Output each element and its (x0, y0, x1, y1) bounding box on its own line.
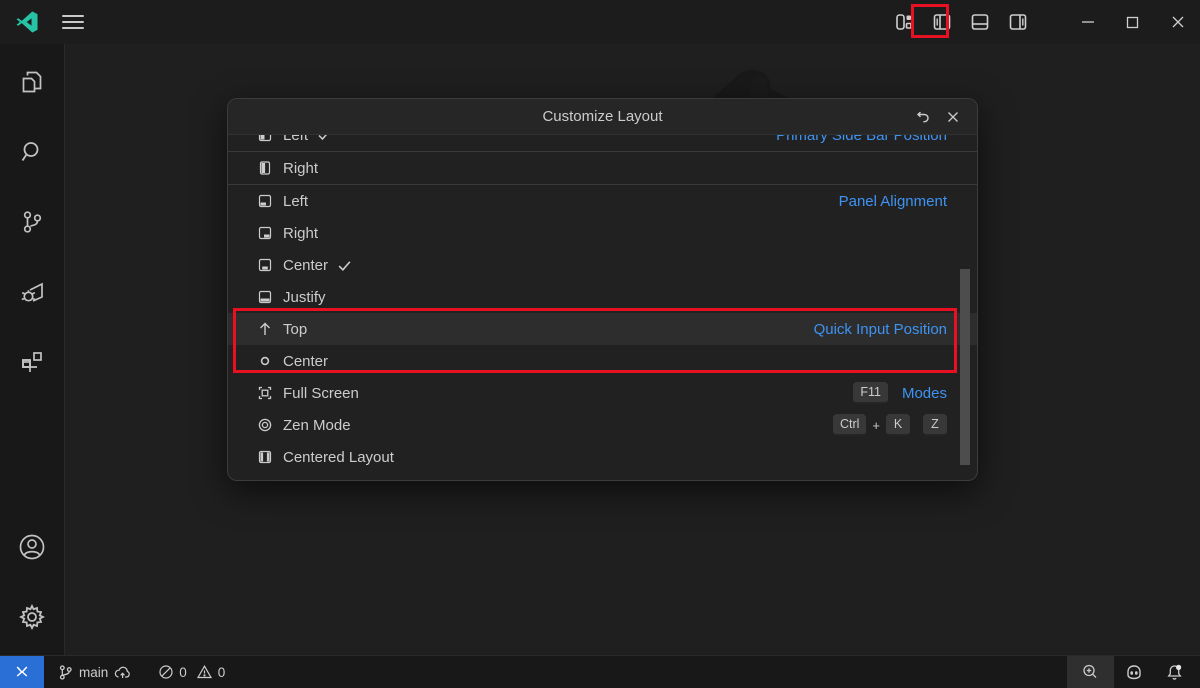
group-label-modes: Modes (902, 385, 947, 402)
centered-layout-icon (256, 449, 273, 466)
panel-align-justify-icon (256, 289, 273, 306)
source-control-icon[interactable] (8, 198, 56, 246)
row-quick-input-center[interactable]: Center (228, 345, 977, 377)
row-panel-justify[interactable]: Justify (228, 281, 977, 313)
row-label: Full Screen (283, 385, 359, 402)
publish-cloud-icon (113, 664, 132, 681)
row-label: Zen Mode (283, 417, 351, 434)
row-label: Left (283, 193, 308, 210)
row-panel-right[interactable]: Right (228, 217, 977, 249)
row-sidebar-right[interactable]: Right (228, 152, 977, 184)
branch-status[interactable]: main (50, 656, 139, 688)
row-label: Centered Layout (283, 449, 394, 466)
full-screen-icon (256, 385, 273, 402)
row-label: Center (283, 257, 328, 274)
titlebar (0, 0, 1200, 44)
dialog-title: Customize Layout (228, 108, 977, 125)
search-icon[interactable] (8, 128, 56, 176)
row-label: Justify (283, 289, 326, 306)
remote-indicator[interactable] (0, 656, 44, 688)
row-panel-center[interactable]: Center (228, 249, 977, 281)
panel-align-center-icon (256, 257, 273, 274)
toggle-panel-icon[interactable] (961, 6, 999, 39)
maximize-button[interactable] (1110, 0, 1155, 44)
keybinding-ctrl: Ctrl (833, 414, 866, 436)
check-icon (337, 258, 352, 273)
row-label: Left (283, 135, 308, 144)
zoom-in-status-icon[interactable] (1067, 656, 1113, 688)
settings-gear-icon[interactable] (8, 593, 56, 641)
key-plus: + (872, 418, 880, 433)
errors-count: 0 (179, 665, 187, 680)
row-label: Center (283, 353, 328, 370)
group-label-quick-input-position: Quick Input Position (814, 321, 947, 338)
row-full-screen[interactable]: Full Screen F11 Modes (228, 377, 977, 409)
problems-status[interactable]: 0 0 (151, 656, 232, 688)
close-button[interactable] (1155, 0, 1200, 44)
activity-bar (0, 44, 65, 655)
sidebar-left-icon (256, 135, 273, 144)
row-label: Top (283, 321, 307, 338)
row-sidebar-left-clipped[interactable]: Left Primary Side Bar Position (228, 135, 977, 151)
explorer-icon[interactable] (8, 58, 56, 106)
extensions-icon[interactable] (8, 338, 56, 386)
keybinding-k: K (886, 414, 910, 436)
zen-mode-target-icon (256, 417, 273, 434)
run-and-debug-icon[interactable] (8, 268, 56, 316)
row-label: Right (283, 225, 318, 242)
notifications-bell-icon[interactable] (1154, 656, 1194, 688)
row-panel-left[interactable]: Left Panel Alignment (228, 185, 977, 217)
titlebar-right (885, 0, 1200, 44)
group-label-primary-sidebar: Primary Side Bar Position (776, 135, 947, 144)
customize-layout-dialog: Customize Layout (227, 98, 978, 481)
vscode-window: Customize Layout (0, 0, 1200, 688)
row-quick-input-top[interactable]: Top Quick Input Position (228, 313, 977, 345)
dialog-scrollbar[interactable] (960, 269, 970, 465)
dialog-header[interactable]: Customize Layout (228, 99, 977, 135)
branch-name: main (79, 665, 108, 680)
check-icon (317, 135, 331, 142)
small-circle-icon (256, 353, 273, 370)
menu-hamburger-icon[interactable] (62, 9, 88, 35)
row-centered-layout[interactable]: Centered Layout (228, 441, 977, 473)
minimize-button[interactable] (1065, 0, 1110, 44)
sidebar-right-icon (256, 160, 273, 177)
errors-icon (158, 664, 174, 680)
keybinding-z: Z (923, 414, 947, 436)
reset-layout-icon[interactable] (911, 105, 935, 129)
dialog-list: Left Primary Side Bar Position R (228, 135, 977, 473)
dialog-close-icon[interactable] (941, 105, 965, 129)
toggle-secondary-sidebar-icon[interactable] (999, 6, 1037, 39)
accounts-icon[interactable] (8, 523, 56, 571)
vscode-logo-icon (14, 9, 40, 35)
keybinding-f11: F11 (853, 382, 888, 404)
arrow-up-icon (256, 321, 273, 338)
statusbar-right (1067, 656, 1200, 688)
toggle-primary-sidebar-icon[interactable] (923, 6, 961, 39)
row-label: Right (283, 160, 318, 177)
layout-controls (885, 6, 1037, 39)
customize-layout-icon[interactable] (885, 6, 923, 39)
row-zen-mode[interactable]: Zen Mode Ctrl + K Z (228, 409, 977, 441)
panel-align-right-icon (256, 225, 273, 242)
group-label-panel-alignment: Panel Alignment (839, 193, 947, 210)
warnings-icon (196, 664, 213, 680)
warnings-count: 0 (218, 665, 226, 680)
panel-align-left-icon (256, 193, 273, 210)
status-bar: main 0 0 (0, 655, 1200, 688)
copilot-icon[interactable] (1114, 656, 1154, 688)
